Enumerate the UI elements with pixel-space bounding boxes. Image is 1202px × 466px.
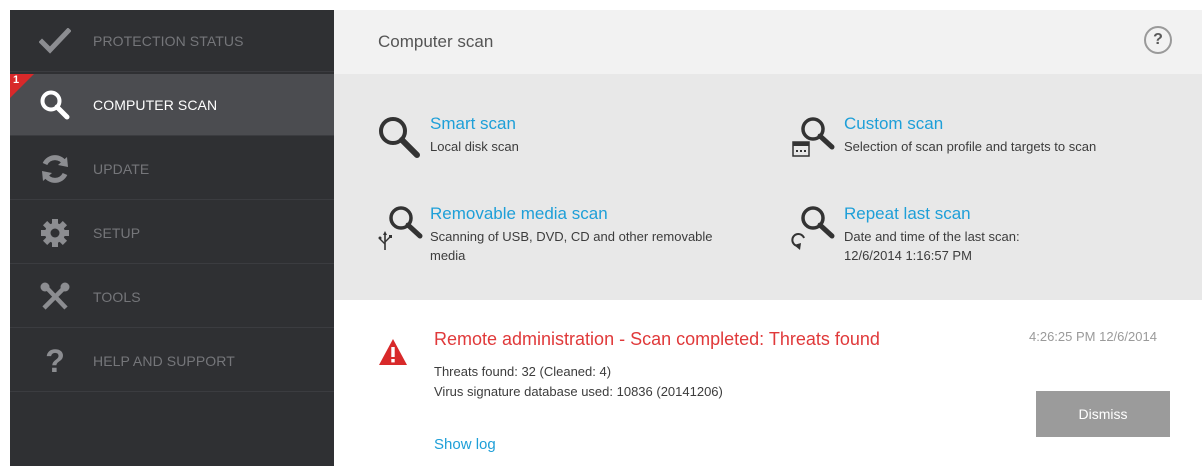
dismiss-button[interactable]: Dismiss (1036, 391, 1170, 437)
scan-title[interactable]: Smart scan (430, 114, 516, 134)
nav-tools[interactable]: TOOLS (10, 266, 334, 328)
gear-icon (38, 216, 72, 250)
nav-protection-status[interactable]: PROTECTION STATUS (10, 10, 334, 72)
help-button[interactable]: ? (1144, 26, 1172, 54)
notification-title: Remote administration - Scan completed: … (434, 329, 880, 349)
scan-notification: Remote administration - Scan completed: … (334, 300, 1202, 466)
badge-count: 1 (13, 74, 20, 86)
show-log-link[interactable]: Show log (434, 436, 496, 453)
removable-media-scan-option[interactable]: Removable media scan Scanning of USB, DV… (376, 204, 756, 268)
nav-help-and-support[interactable]: ? HELP AND SUPPORT (10, 330, 334, 392)
scan-title[interactable]: Removable media scan (430, 204, 608, 224)
magnifier-icon (38, 88, 72, 122)
nav-update[interactable]: UPDATE (10, 138, 334, 200)
nav-label: TOOLS (93, 289, 141, 305)
warning-icon (379, 339, 407, 365)
custom-scan-icon (790, 114, 838, 162)
scan-title[interactable]: Custom scan (844, 114, 943, 134)
notification-timestamp: 4:26:25 PM 12/6/2014 (1029, 329, 1157, 344)
main-header: Computer scan ? (334, 10, 1202, 74)
repeat-scan-icon (790, 204, 838, 252)
smart-scan-option[interactable]: Smart scan Local disk scan (376, 114, 756, 174)
scan-options-panel: Smart scan Local disk scan Custom scan S… (334, 74, 1202, 300)
nav-label: UPDATE (93, 161, 150, 177)
threats-found-text: Threats found: 32 (Cleaned: 4) (434, 364, 612, 379)
refresh-icon (38, 152, 72, 186)
scan-description: Date and time of the last scan: 12/6/201… (844, 229, 1020, 263)
nav-computer-scan[interactable]: 1 COMPUTER SCAN (10, 74, 334, 136)
nav-label: PROTECTION STATUS (93, 33, 244, 49)
scan-title[interactable]: Repeat last scan (844, 204, 971, 224)
usb-scan-icon (376, 204, 424, 252)
nav-setup[interactable]: SETUP (10, 202, 334, 264)
database-version-text: Virus signature database used: 10836 (20… (434, 384, 723, 399)
page-title: Computer scan (378, 32, 494, 51)
nav-label: HELP AND SUPPORT (93, 353, 235, 369)
checkmark-icon (38, 24, 72, 58)
scan-description: Selection of scan profile and targets to… (844, 139, 1097, 154)
nav-label: COMPUTER SCAN (93, 97, 218, 113)
scan-description: Local disk scan (430, 139, 519, 154)
scan-description: Scanning of USB, DVD, CD and other remov… (430, 229, 713, 263)
question-icon: ? (45, 343, 65, 379)
repeat-last-scan-option[interactable]: Repeat last scan Date and time of the la… (790, 204, 1190, 268)
nav-label: SETUP (93, 225, 141, 241)
smart-scan-icon (376, 114, 424, 162)
sidebar: PROTECTION STATUS 1 COMPUTER SCAN UPDATE (10, 10, 334, 466)
custom-scan-option[interactable]: Custom scan Selection of scan profile an… (790, 114, 1190, 178)
tools-icon (38, 280, 72, 314)
